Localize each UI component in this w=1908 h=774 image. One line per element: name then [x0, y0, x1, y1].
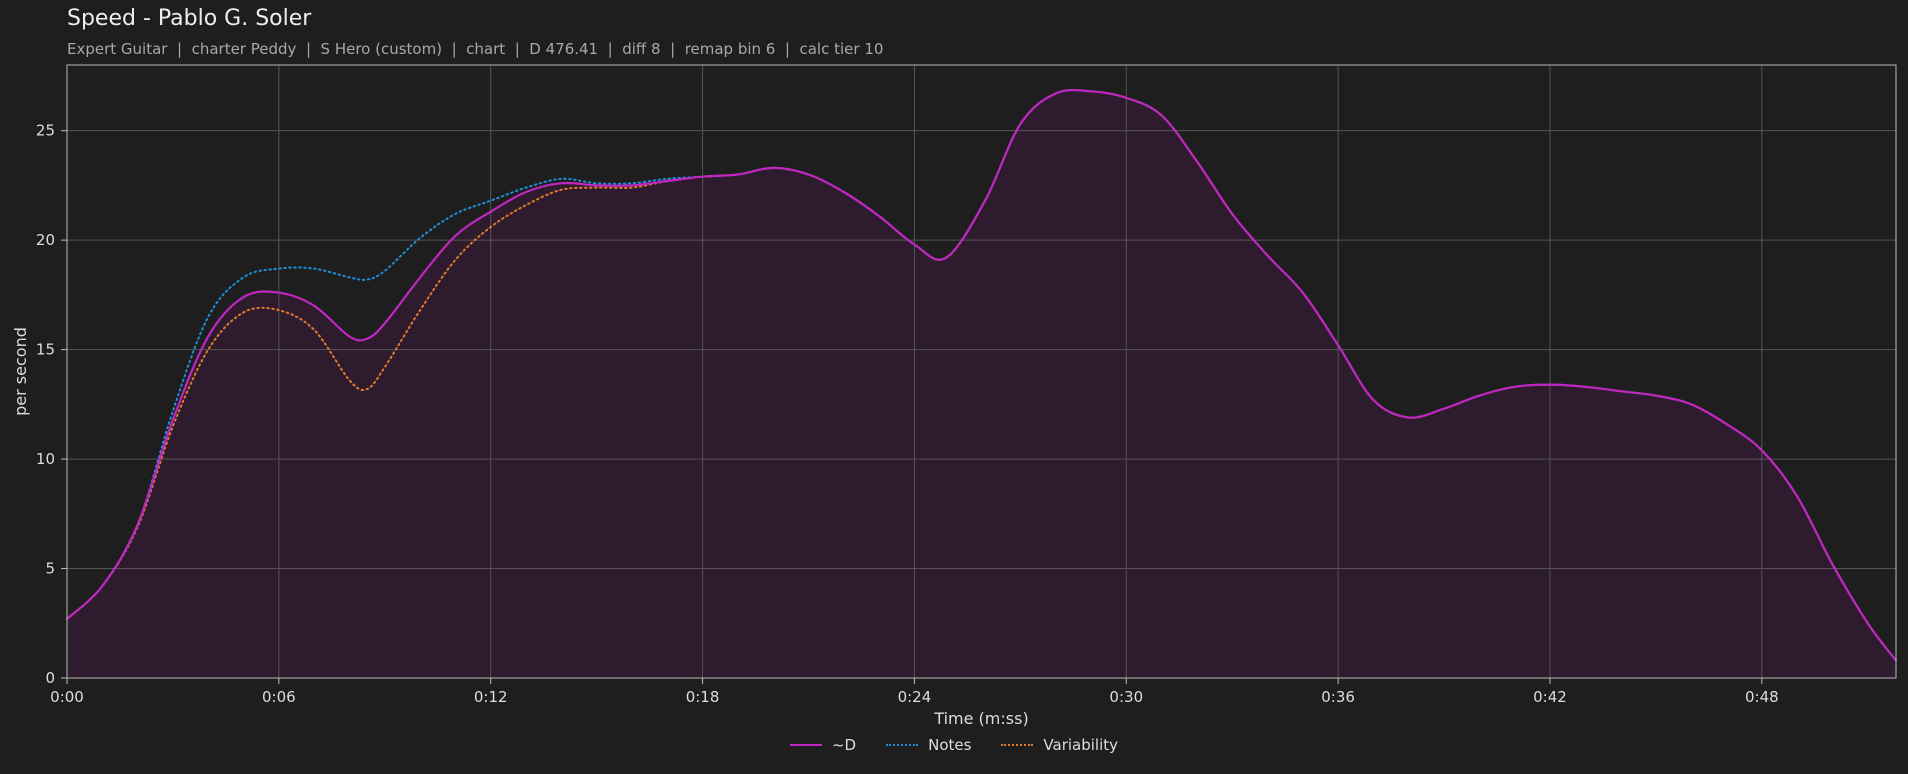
y-axis-label: per second — [11, 327, 30, 416]
x-tick-label: 0:00 — [50, 688, 84, 706]
x-tick-label: 0:18 — [686, 688, 720, 706]
legend-swatch — [789, 744, 822, 746]
y-tick-label: 20 — [36, 231, 55, 249]
x-tick-label: 0:48 — [1745, 688, 1779, 706]
x-tick-label: 0:12 — [474, 688, 508, 706]
x-axis-ticks: 0:00 0:06 0:12 0:18 0:24 0:30 0:36 0:42 0:48 — [50, 678, 1779, 706]
legend-item-0: ~D — [789, 736, 857, 754]
legend-swatch — [886, 744, 919, 746]
x-tick-label: 0:06 — [262, 688, 296, 706]
y-tick-label: 5 — [45, 560, 55, 578]
x-tick-label: 0:24 — [898, 688, 932, 706]
legend-label: Variability — [1043, 736, 1119, 754]
y-axis-ticks: 0 5 10 15 20 25 — [36, 122, 67, 687]
legend-label: ~D — [831, 736, 857, 754]
legend-item-2: Variability — [1001, 736, 1118, 754]
y-tick-label: 10 — [36, 450, 55, 468]
legend-swatch — [1001, 744, 1034, 746]
x-tick-label: 0:36 — [1321, 688, 1355, 706]
speed-chart: 0:00 0:06 0:12 0:18 0:24 0:30 0:36 0:42 0:48 0 5 1… — [11, 64, 1898, 728]
y-tick-label: 0 — [45, 669, 55, 687]
x-tick-label: 0:42 — [1533, 688, 1567, 706]
x-axis-label: Time (m:ss) — [933, 709, 1028, 728]
x-tick-label: 0:30 — [1109, 688, 1143, 706]
y-tick-label: 25 — [36, 122, 55, 140]
legend-item-1: Notes — [886, 736, 971, 754]
legend: ~D Notes Variability — [0, 736, 1908, 754]
y-tick-label: 15 — [36, 341, 55, 359]
legend-label: Notes — [928, 736, 972, 754]
